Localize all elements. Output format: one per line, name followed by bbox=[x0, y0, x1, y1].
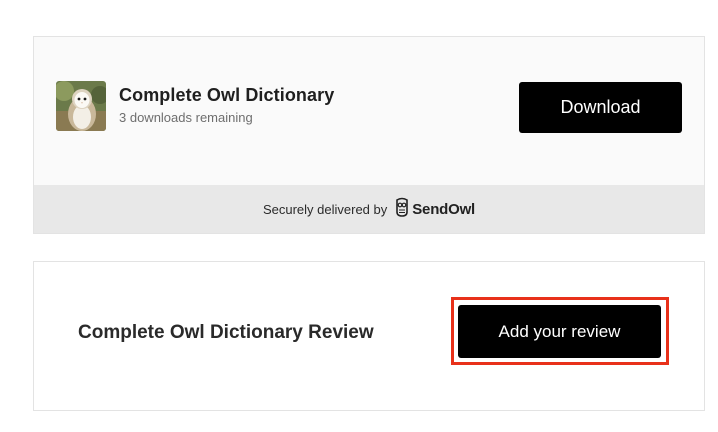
review-card: Complete Owl Dictionary Review Add your … bbox=[33, 261, 705, 411]
downloads-remaining: 3 downloads remaining bbox=[119, 110, 253, 125]
product-thumbnail bbox=[56, 81, 106, 131]
add-review-button[interactable]: Add your review bbox=[458, 305, 661, 358]
delivery-footer: Securely delivered by SendOwl bbox=[34, 185, 704, 233]
owl-icon bbox=[395, 197, 409, 222]
download-card: Complete Owl Dictionary 3 downloads rema… bbox=[33, 36, 705, 234]
download-button[interactable]: Download bbox=[519, 82, 682, 133]
product-title: Complete Owl Dictionary bbox=[119, 85, 335, 105]
sendowl-logo: SendOwl bbox=[395, 197, 475, 222]
page: Complete Owl Dictionary 3 downloads rema… bbox=[0, 0, 718, 432]
download-card-body: Complete Owl Dictionary 3 downloads rema… bbox=[34, 37, 704, 186]
sendowl-brand-name: SendOwl bbox=[412, 200, 476, 218]
secure-delivery-text: Securely delivered by bbox=[262, 201, 388, 217]
review-title: Complete Owl Dictionary Review bbox=[78, 322, 374, 343]
